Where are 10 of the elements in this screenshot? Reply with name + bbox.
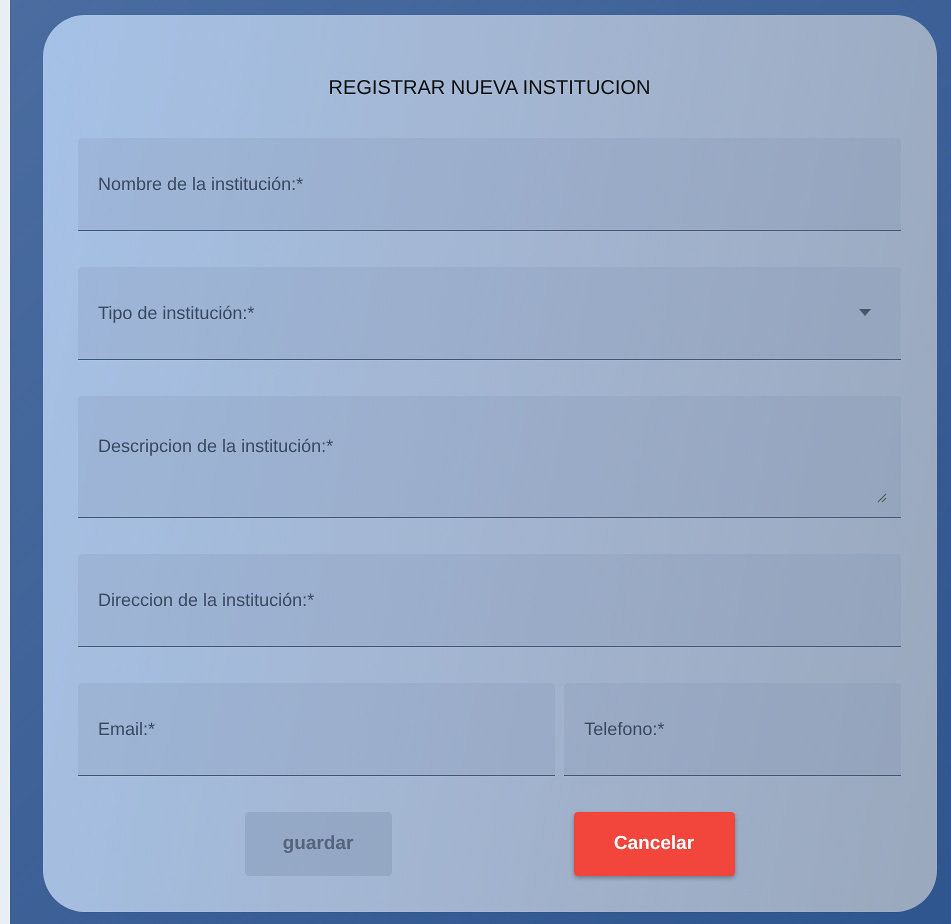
form-title: REGISTRAR NUEVA INSTITUCION xyxy=(328,76,652,101)
cancel-button[interactable]: Cancelar xyxy=(574,812,734,876)
textarea-field[interactable]: Descripcion de la institución:* xyxy=(78,396,901,518)
input-field[interactable]: Nombre de la institución:* xyxy=(78,138,901,231)
select-field[interactable]: Tipo de institución:* xyxy=(78,267,901,360)
input-field[interactable]: Email:* xyxy=(78,683,556,776)
caret-icon xyxy=(859,309,871,316)
input-field[interactable]: Telefono:* xyxy=(564,683,901,776)
resize-handle-icon[interactable] xyxy=(877,493,887,503)
input-field[interactable]: Direccion de la institución:* xyxy=(78,554,901,647)
